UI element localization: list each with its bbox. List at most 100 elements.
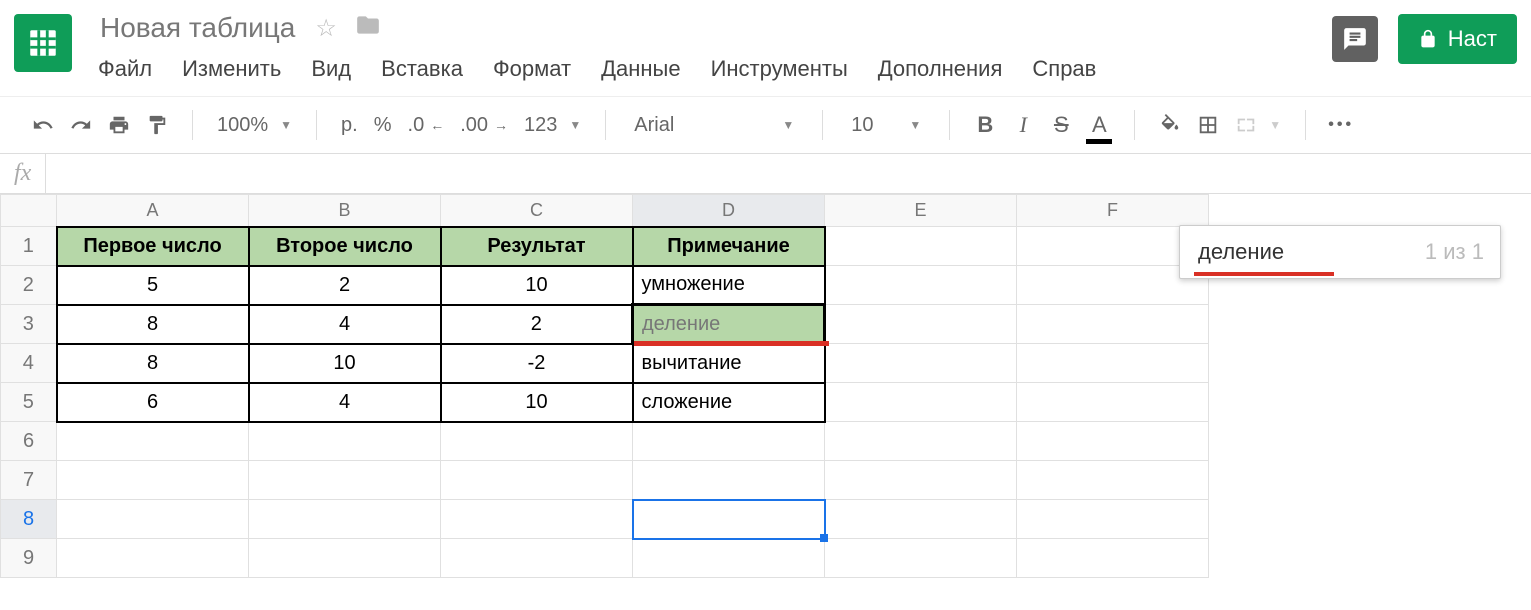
merge-button[interactable]: ▼: [1229, 108, 1287, 142]
menu-edit[interactable]: Изменить: [182, 56, 281, 82]
cell-D1[interactable]: Примечание: [633, 227, 825, 266]
cell-D9[interactable]: [633, 539, 825, 578]
col-header-B[interactable]: B: [249, 195, 441, 227]
cell-B6[interactable]: [249, 422, 441, 461]
star-icon[interactable]: ☆: [315, 14, 337, 43]
selection-handle[interactable]: [820, 534, 828, 542]
cell-B8[interactable]: [249, 500, 441, 539]
cell-B7[interactable]: [249, 461, 441, 500]
col-header-D[interactable]: D: [633, 195, 825, 227]
row-header-1[interactable]: 1: [1, 227, 57, 266]
menu-file[interactable]: Файл: [98, 56, 152, 82]
menu-help[interactable]: Справ: [1032, 56, 1096, 82]
cell-D4[interactable]: вычитание: [633, 344, 825, 383]
col-header-C[interactable]: C: [441, 195, 633, 227]
cell-B4[interactable]: 10: [249, 344, 441, 383]
cell-E8[interactable]: [825, 500, 1017, 539]
more-button[interactable]: •••: [1324, 108, 1358, 142]
find-input[interactable]: [1196, 238, 1346, 266]
cell-A1[interactable]: Первое число: [57, 227, 249, 266]
select-all-corner[interactable]: [1, 195, 57, 227]
cell-F7[interactable]: [1017, 461, 1209, 500]
cell-E5[interactable]: [825, 383, 1017, 422]
col-header-F[interactable]: F: [1017, 195, 1209, 227]
cell-A8[interactable]: [57, 500, 249, 539]
menu-data[interactable]: Данные: [601, 56, 680, 82]
row-header-5[interactable]: 5: [1, 383, 57, 422]
cell-E3[interactable]: [825, 305, 1017, 344]
cell-F5[interactable]: [1017, 383, 1209, 422]
comments-button[interactable]: [1332, 16, 1378, 62]
cell-A5[interactable]: 6: [57, 383, 249, 422]
number-format-select[interactable]: 123▼: [518, 108, 587, 142]
cell-F9[interactable]: [1017, 539, 1209, 578]
zoom-select[interactable]: 100%▼: [211, 108, 298, 142]
cell-A7[interactable]: [57, 461, 249, 500]
menu-insert[interactable]: Вставка: [381, 56, 463, 82]
row-header-7[interactable]: 7: [1, 461, 57, 500]
col-header-E[interactable]: E: [825, 195, 1017, 227]
cell-B9[interactable]: [249, 539, 441, 578]
italic-button[interactable]: I: [1006, 108, 1040, 142]
cell-C3[interactable]: 2: [441, 305, 633, 344]
row-header-3[interactable]: 3: [1, 305, 57, 344]
cell-C7[interactable]: [441, 461, 633, 500]
cell-A3[interactable]: 8: [57, 305, 249, 344]
cell-A6[interactable]: [57, 422, 249, 461]
row-header-4[interactable]: 4: [1, 344, 57, 383]
borders-button[interactable]: [1191, 108, 1225, 142]
cell-C8[interactable]: [441, 500, 633, 539]
menu-tools[interactable]: Инструменты: [711, 56, 848, 82]
font-select[interactable]: Arial▼: [624, 108, 804, 142]
increase-decimal-button[interactable]: .00→: [454, 108, 514, 142]
menu-view[interactable]: Вид: [311, 56, 351, 82]
formula-input[interactable]: [45, 154, 1531, 193]
cell-F6[interactable]: [1017, 422, 1209, 461]
fill-color-button[interactable]: [1153, 108, 1187, 142]
cell-D5[interactable]: сложение: [633, 383, 825, 422]
cell-C6[interactable]: [441, 422, 633, 461]
currency-button[interactable]: р.: [335, 108, 364, 142]
undo-button[interactable]: [26, 108, 60, 142]
cell-E6[interactable]: [825, 422, 1017, 461]
strike-button[interactable]: S: [1044, 108, 1078, 142]
cell-B5[interactable]: 4: [249, 383, 441, 422]
cell-F8[interactable]: [1017, 500, 1209, 539]
spreadsheet-grid[interactable]: A B C D E F 1 Первое число Второе число …: [0, 194, 1209, 578]
percent-button[interactable]: %: [368, 108, 398, 142]
folder-icon[interactable]: [355, 12, 381, 45]
cell-C2[interactable]: 10: [441, 266, 633, 305]
cell-C5[interactable]: 10: [441, 383, 633, 422]
decrease-decimal-button[interactable]: .0←: [402, 108, 451, 142]
doc-title[interactable]: Новая таблица: [98, 8, 297, 48]
cell-D8[interactable]: [633, 500, 825, 539]
cell-D2[interactable]: умножение: [633, 266, 825, 305]
row-header-8[interactable]: 8: [1, 500, 57, 539]
cell-A9[interactable]: [57, 539, 249, 578]
cell-F3[interactable]: [1017, 305, 1209, 344]
cell-E2[interactable]: [825, 266, 1017, 305]
cell-E7[interactable]: [825, 461, 1017, 500]
cell-B2[interactable]: 2: [249, 266, 441, 305]
text-color-button[interactable]: A: [1082, 108, 1116, 142]
row-header-6[interactable]: 6: [1, 422, 57, 461]
menu-addons[interactable]: Дополнения: [878, 56, 1003, 82]
cell-A4[interactable]: 8: [57, 344, 249, 383]
bold-button[interactable]: B: [968, 108, 1002, 142]
row-header-2[interactable]: 2: [1, 266, 57, 305]
cell-A2[interactable]: 5: [57, 266, 249, 305]
cell-E4[interactable]: [825, 344, 1017, 383]
menu-format[interactable]: Формат: [493, 56, 571, 82]
cell-D3[interactable]: деление: [633, 305, 825, 344]
print-button[interactable]: [102, 108, 136, 142]
cell-B3[interactable]: 4: [249, 305, 441, 344]
cell-C1[interactable]: Результат: [441, 227, 633, 266]
redo-button[interactable]: [64, 108, 98, 142]
col-header-A[interactable]: A: [57, 195, 249, 227]
cell-D6[interactable]: [633, 422, 825, 461]
cell-B1[interactable]: Второе число: [249, 227, 441, 266]
cell-E9[interactable]: [825, 539, 1017, 578]
cell-F4[interactable]: [1017, 344, 1209, 383]
cell-C4[interactable]: -2: [441, 344, 633, 383]
paint-format-button[interactable]: [140, 108, 174, 142]
